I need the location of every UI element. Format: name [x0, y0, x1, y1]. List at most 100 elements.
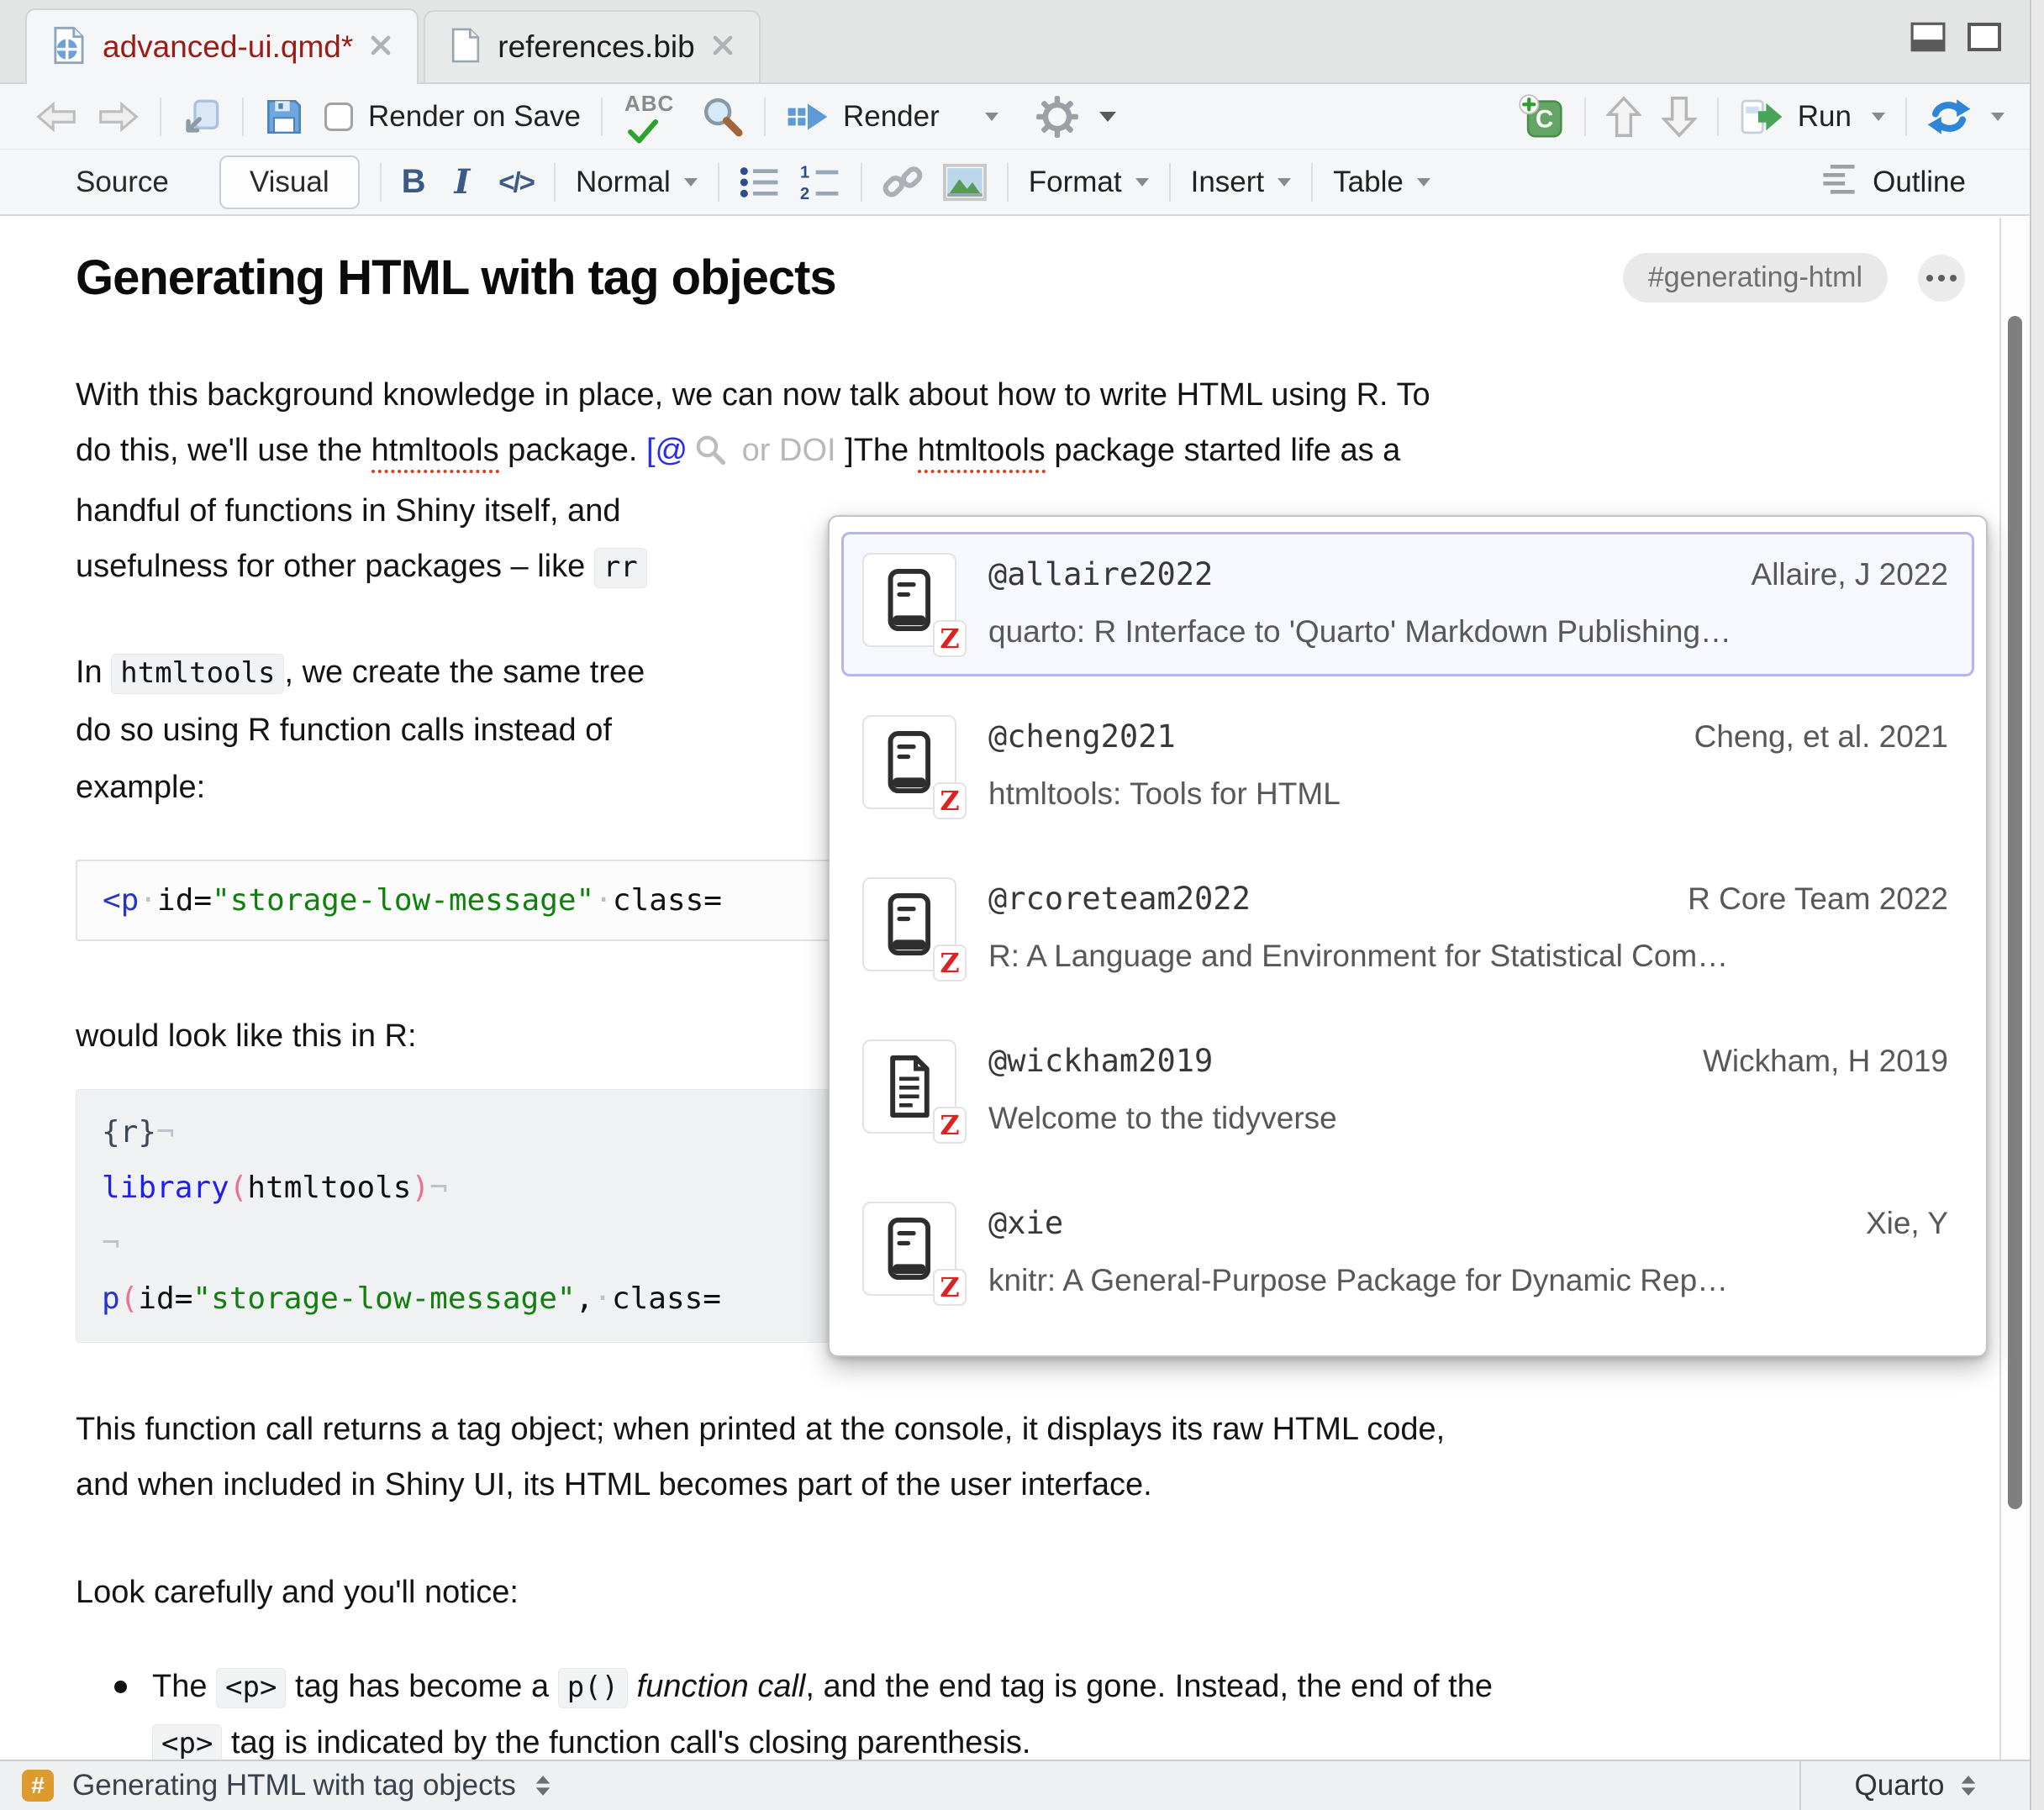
scrollbar[interactable] — [1999, 218, 2030, 1760]
tab-label: references.bib — [498, 29, 694, 65]
quarto-file-icon — [52, 26, 86, 69]
rerun-icon[interactable] — [1927, 97, 1971, 136]
citation-text: @cheng2021 Cheng, et al. 2021 htmltools:… — [988, 710, 1948, 823]
bullet-text: The <p> tag has become a p() function ca… — [152, 1659, 1493, 1760]
rerun-dropdown-caret[interactable] — [1991, 113, 2004, 121]
file-icon — [450, 27, 481, 68]
code-icon[interactable]: </> — [498, 166, 534, 198]
citation-item[interactable]: Z @cheng2021 Cheng, et al. 2021 htmltool… — [841, 694, 1974, 839]
citation-id: @cheng2021 — [988, 718, 1176, 755]
section-navigator[interactable]: # Generating HTML with tag objects — [0, 1761, 1799, 1810]
image-icon[interactable] — [943, 163, 987, 202]
checkbox-icon[interactable] — [324, 103, 353, 131]
format-toolbar: Source Visual B I </> Normal 12 Format — [0, 150, 2030, 216]
citation-title: Welcome to the tidyverse — [988, 1101, 1948, 1136]
close-icon[interactable] — [712, 34, 734, 61]
more-options-button[interactable] — [1918, 255, 1965, 302]
paragraph-look: Look carefully and you'll notice: — [76, 1565, 1965, 1620]
reference-type-icon: Z — [862, 1039, 956, 1134]
citation-id: @xie — [988, 1205, 1063, 1241]
citation-item[interactable]: Z @allaire2022 Allaire, J 2022 quarto: R… — [841, 532, 1974, 676]
citation-item[interactable]: Z @rcoreteam2022 R Core Team 2022 R: A L… — [841, 856, 1974, 1001]
citation-popup-list: Z @allaire2022 Allaire, J 2022 quarto: R… — [830, 532, 1986, 1325]
paragraph-function-call: This function call returns a tag object;… — [76, 1402, 1965, 1513]
citation-title: knitr: A General-Purpose Package for Dyn… — [988, 1263, 1948, 1298]
citation-title: htmltools: Tools for HTML — [988, 776, 1948, 812]
citation-popup: Z @allaire2022 Allaire, J 2022 quarto: R… — [828, 515, 1988, 1357]
insert-chunk-button[interactable]: C — [1519, 94, 1564, 139]
italic-icon[interactable]: I — [455, 162, 471, 202]
gear-dropdown-caret[interactable] — [1099, 112, 1116, 122]
format-label: Format — [1029, 166, 1122, 199]
citation-item[interactable]: Z @wickham2019 Wickham, H 2019 Welcome t… — [841, 1018, 1974, 1163]
maximize-icon[interactable] — [1968, 22, 2001, 56]
link-icon[interactable] — [882, 162, 923, 203]
article-icon — [885, 1055, 934, 1118]
mode-updown-icon — [1960, 1775, 1977, 1797]
main-toolbar: Render on Save ABC Render C — [0, 84, 2030, 150]
bullet-list-icon[interactable] — [740, 164, 780, 201]
insert-menu[interactable]: Insert — [1191, 166, 1292, 199]
citation-text: @rcoreteam2022 R Core Team 2022 R: A Lan… — [988, 872, 1948, 985]
citation-text: @allaire2022 Allaire, J 2022 quarto: R I… — [988, 548, 1948, 660]
editor-content: Generating HTML with tag objects #genera… — [0, 218, 2030, 1760]
minimize-icon[interactable] — [1910, 22, 1946, 56]
svg-text:1: 1 — [800, 164, 809, 182]
render-button[interactable]: Render — [786, 99, 940, 134]
up-arrow-icon[interactable] — [1606, 96, 1641, 138]
list-item: The <p> tag has become a p() function ca… — [76, 1659, 1965, 1760]
table-label: Table — [1333, 166, 1404, 199]
reference-type-icon: Z — [862, 715, 956, 809]
outline-icon — [1820, 163, 1857, 201]
source-mode-button[interactable]: Source — [47, 157, 198, 208]
tab-advanced-ui[interactable]: advanced-ui.qmd* — [25, 8, 419, 84]
visual-mode-button[interactable]: Visual — [219, 155, 360, 209]
citation-item[interactable]: Z @xie Xie, Y knitr: A General-Purpose P… — [841, 1181, 1974, 1325]
editor-mode-selector[interactable]: Quarto — [1799, 1761, 2030, 1810]
citation-author: Allaire, J 2022 — [1752, 557, 1948, 592]
status-bar: # Generating HTML with tag objects Quart… — [0, 1760, 2030, 1810]
svg-text:2: 2 — [800, 185, 809, 201]
citation-id: @allaire2022 — [988, 556, 1213, 592]
forward-button[interactable] — [97, 101, 140, 133]
format-menu[interactable]: Format — [1029, 166, 1149, 199]
save-button[interactable] — [264, 97, 304, 137]
citation-id: @rcoreteam2022 — [988, 881, 1251, 917]
status-section-label: Generating HTML with tag objects — [72, 1769, 516, 1802]
table-menu[interactable]: Table — [1333, 166, 1430, 199]
reference-type-icon: Z — [862, 877, 956, 971]
gear-icon[interactable] — [1035, 95, 1079, 139]
run-dropdown-caret[interactable] — [1872, 113, 1885, 121]
paragraph-style-dropdown[interactable]: Normal — [576, 166, 698, 199]
spellcheck-button[interactable]: ABC — [623, 91, 682, 143]
reference-type-icon: Z — [862, 1202, 956, 1296]
render-on-save-checkbox[interactable]: Render on Save — [324, 100, 581, 134]
page-title: Generating HTML with tag objects — [76, 248, 836, 308]
section-icon: # — [22, 1770, 54, 1802]
citation-title: R: A Language and Environment for Statis… — [988, 939, 1948, 974]
citation-author: Cheng, et al. 2021 — [1694, 719, 1948, 755]
bullet-icon — [114, 1681, 127, 1693]
insert-label: Insert — [1191, 166, 1265, 199]
bold-icon[interactable]: B — [402, 163, 426, 201]
tab-references[interactable]: references.bib — [424, 10, 760, 82]
paragraph-style-label: Normal — [576, 166, 671, 199]
editor-mode-label: Quarto — [1855, 1769, 1945, 1802]
zotero-badge: Z — [935, 1108, 965, 1142]
down-arrow-icon[interactable] — [1662, 96, 1697, 138]
reference-type-icon: Z — [862, 553, 956, 647]
render-dropdown-caret[interactable] — [985, 113, 998, 121]
numbered-list-icon[interactable]: 12 — [800, 164, 840, 201]
close-icon[interactable] — [370, 34, 392, 61]
run-button[interactable]: Run — [1739, 98, 1852, 135]
spellcheck-label: ABC — [624, 91, 674, 117]
back-button[interactable] — [35, 101, 77, 133]
popout-icon[interactable] — [182, 97, 222, 137]
outline-toggle[interactable]: Outline — [1820, 163, 1966, 201]
tab-label: advanced-ui.qmd* — [103, 29, 353, 65]
citation-author: Xie, Y — [1866, 1206, 1948, 1241]
zotero-badge: Z — [935, 1271, 965, 1304]
find-icon[interactable] — [702, 96, 744, 138]
scrollbar-thumb[interactable] — [2008, 316, 2022, 1509]
outline-label: Outline — [1873, 166, 1966, 199]
